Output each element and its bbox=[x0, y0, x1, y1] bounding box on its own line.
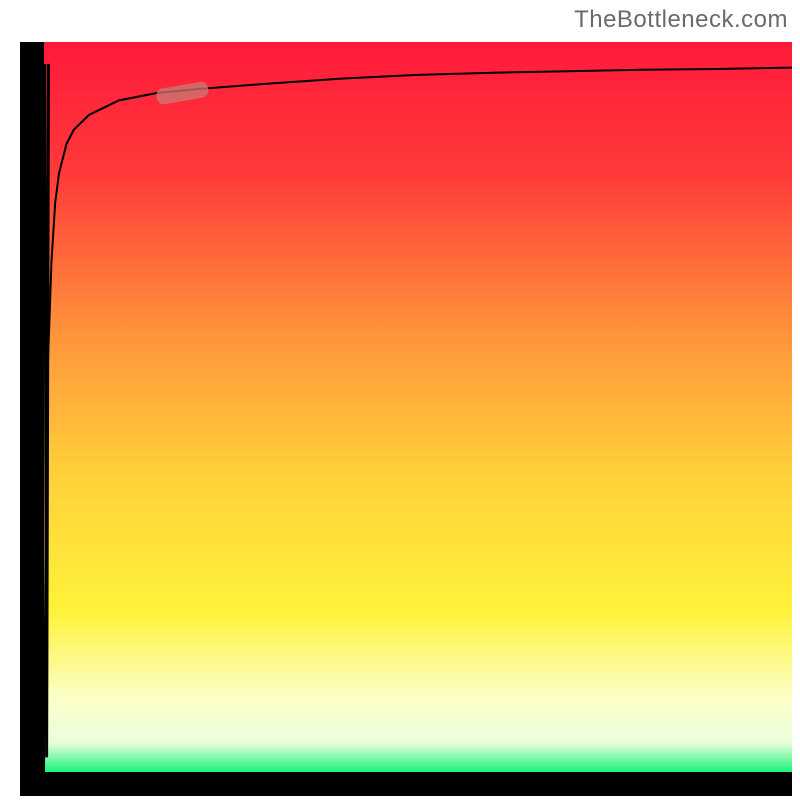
x-axis bbox=[20, 772, 792, 796]
chart-container: TheBottleneck.com bbox=[0, 0, 800, 800]
gradient-background bbox=[44, 42, 792, 772]
chart-svg bbox=[0, 0, 800, 800]
y-axis bbox=[20, 42, 44, 796]
